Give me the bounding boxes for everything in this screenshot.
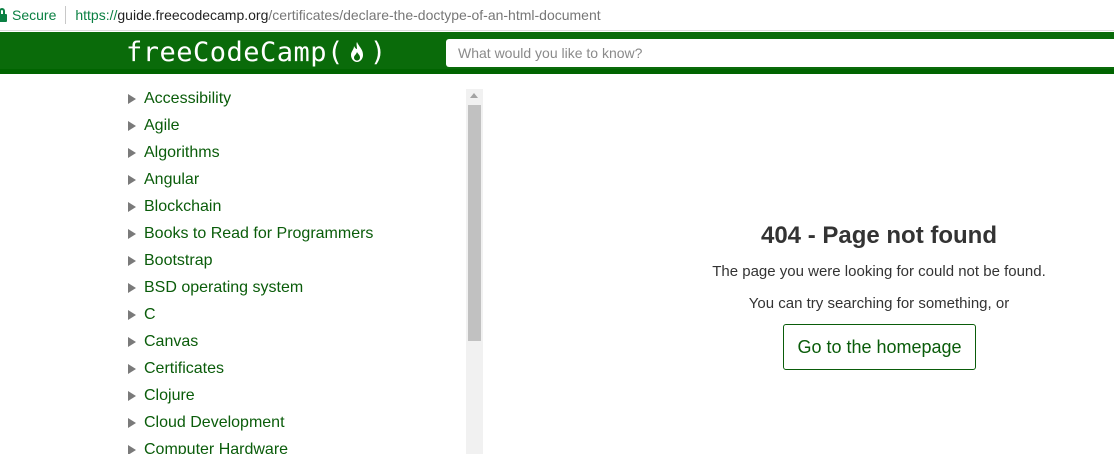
- sidebar-item-label: Computer Hardware: [144, 440, 289, 454]
- sidebar-item-label: BSD operating system: [144, 278, 304, 296]
- logo-text-right: ): [369, 36, 387, 68]
- sidebar-item-label: Certificates: [144, 359, 225, 377]
- expand-triangle-icon: [128, 336, 136, 347]
- expand-triangle-icon: [128, 147, 136, 158]
- scrollbar-thumb[interactable]: [468, 105, 481, 341]
- sidebar-nav-list: Accessibility Agile Algorithms Angular B…: [126, 85, 373, 454]
- url-path: /certificates/declare-the-doctype-of-an-…: [268, 7, 601, 23]
- go-to-homepage-button[interactable]: Go to the homepage: [783, 324, 976, 370]
- sidebar-item-label: C: [144, 305, 156, 323]
- sidebar-item-agile[interactable]: Agile: [126, 112, 373, 139]
- url-scheme: https://: [75, 7, 118, 23]
- expand-triangle-icon: [128, 93, 136, 104]
- sidebar-item-books[interactable]: Books to Read for Programmers: [126, 220, 373, 247]
- sidebar-item-accessibility[interactable]: Accessibility: [126, 85, 373, 112]
- sidebar-item-label: Angular: [144, 170, 200, 188]
- header-bar: freeCodeCamp( ): [0, 32, 1114, 69]
- sidebar-item-label: Canvas: [144, 332, 199, 350]
- sidebar-item-clojure[interactable]: Clojure: [126, 382, 373, 409]
- flame-icon: [350, 42, 363, 62]
- lock-icon: [0, 8, 7, 22]
- expand-triangle-icon: [128, 255, 136, 266]
- url-host: guide.freecodecamp.org: [117, 7, 269, 23]
- sidebar-item-bsd[interactable]: BSD operating system: [126, 274, 373, 301]
- sidebar-item-label: Accessibility: [144, 89, 232, 107]
- expand-triangle-icon: [128, 120, 136, 131]
- sidebar-item-label: Agile: [144, 116, 180, 134]
- sidebar-item-label: Clojure: [144, 386, 195, 404]
- sidebar-item-bootstrap[interactable]: Bootstrap: [126, 247, 373, 274]
- expand-triangle-icon: [128, 390, 136, 401]
- not-found-message: The page you were looking for could not …: [712, 263, 1046, 280]
- sidebar-item-angular[interactable]: Angular: [126, 166, 373, 193]
- expand-triangle-icon: [128, 228, 136, 239]
- address-separator: [65, 6, 67, 24]
- sidebar-item-label: Algorithms: [144, 143, 220, 161]
- sidebar-item-label: Blockchain: [144, 197, 222, 215]
- expand-triangle-icon: [128, 282, 136, 293]
- secure-label[interactable]: Secure: [12, 7, 56, 23]
- search-input[interactable]: [446, 39, 1114, 67]
- sidebar: Accessibility Agile Algorithms Angular B…: [0, 74, 484, 454]
- expand-triangle-icon: [128, 363, 136, 374]
- expand-triangle-icon: [128, 309, 136, 320]
- expand-triangle-icon: [128, 444, 136, 454]
- sidebar-item-canvas[interactable]: Canvas: [126, 328, 373, 355]
- sidebar-item-certificates[interactable]: Certificates: [126, 355, 373, 382]
- sidebar-item-algorithms[interactable]: Algorithms: [126, 139, 373, 166]
- browser-address-bar[interactable]: Secure https://guide.freecodecamp.org/ce…: [0, 0, 1114, 31]
- freecodecamp-logo[interactable]: freeCodeCamp( ): [126, 35, 387, 69]
- logo-text-left: freeCodeCamp(: [126, 36, 344, 68]
- sidebar-item-c[interactable]: C: [126, 301, 373, 328]
- sidebar-item-computer-hardware[interactable]: Computer Hardware: [126, 436, 373, 454]
- sidebar-item-label: Cloud Development: [144, 413, 285, 431]
- sidebar-scrollbar[interactable]: [466, 89, 483, 454]
- scroll-up-arrow-icon[interactable]: [470, 93, 478, 98]
- url-text[interactable]: https://guide.freecodecamp.org/certifica…: [75, 7, 600, 23]
- sidebar-item-label: Bootstrap: [144, 251, 213, 269]
- main-content: 404 - Page not found The page you were l…: [484, 74, 1114, 454]
- site-header: freeCodeCamp( ): [0, 32, 1114, 74]
- sidebar-item-label: Books to Read for Programmers: [144, 224, 374, 242]
- search-suggestion: You can try searching for something, or: [748, 295, 1010, 312]
- expand-triangle-icon: [128, 201, 136, 212]
- sidebar-item-blockchain[interactable]: Blockchain: [126, 193, 373, 220]
- sidebar-item-cloud-development[interactable]: Cloud Development: [126, 409, 373, 436]
- page-title: 404 - Page not found: [760, 222, 997, 249]
- expand-triangle-icon: [128, 417, 136, 428]
- expand-triangle-icon: [128, 174, 136, 185]
